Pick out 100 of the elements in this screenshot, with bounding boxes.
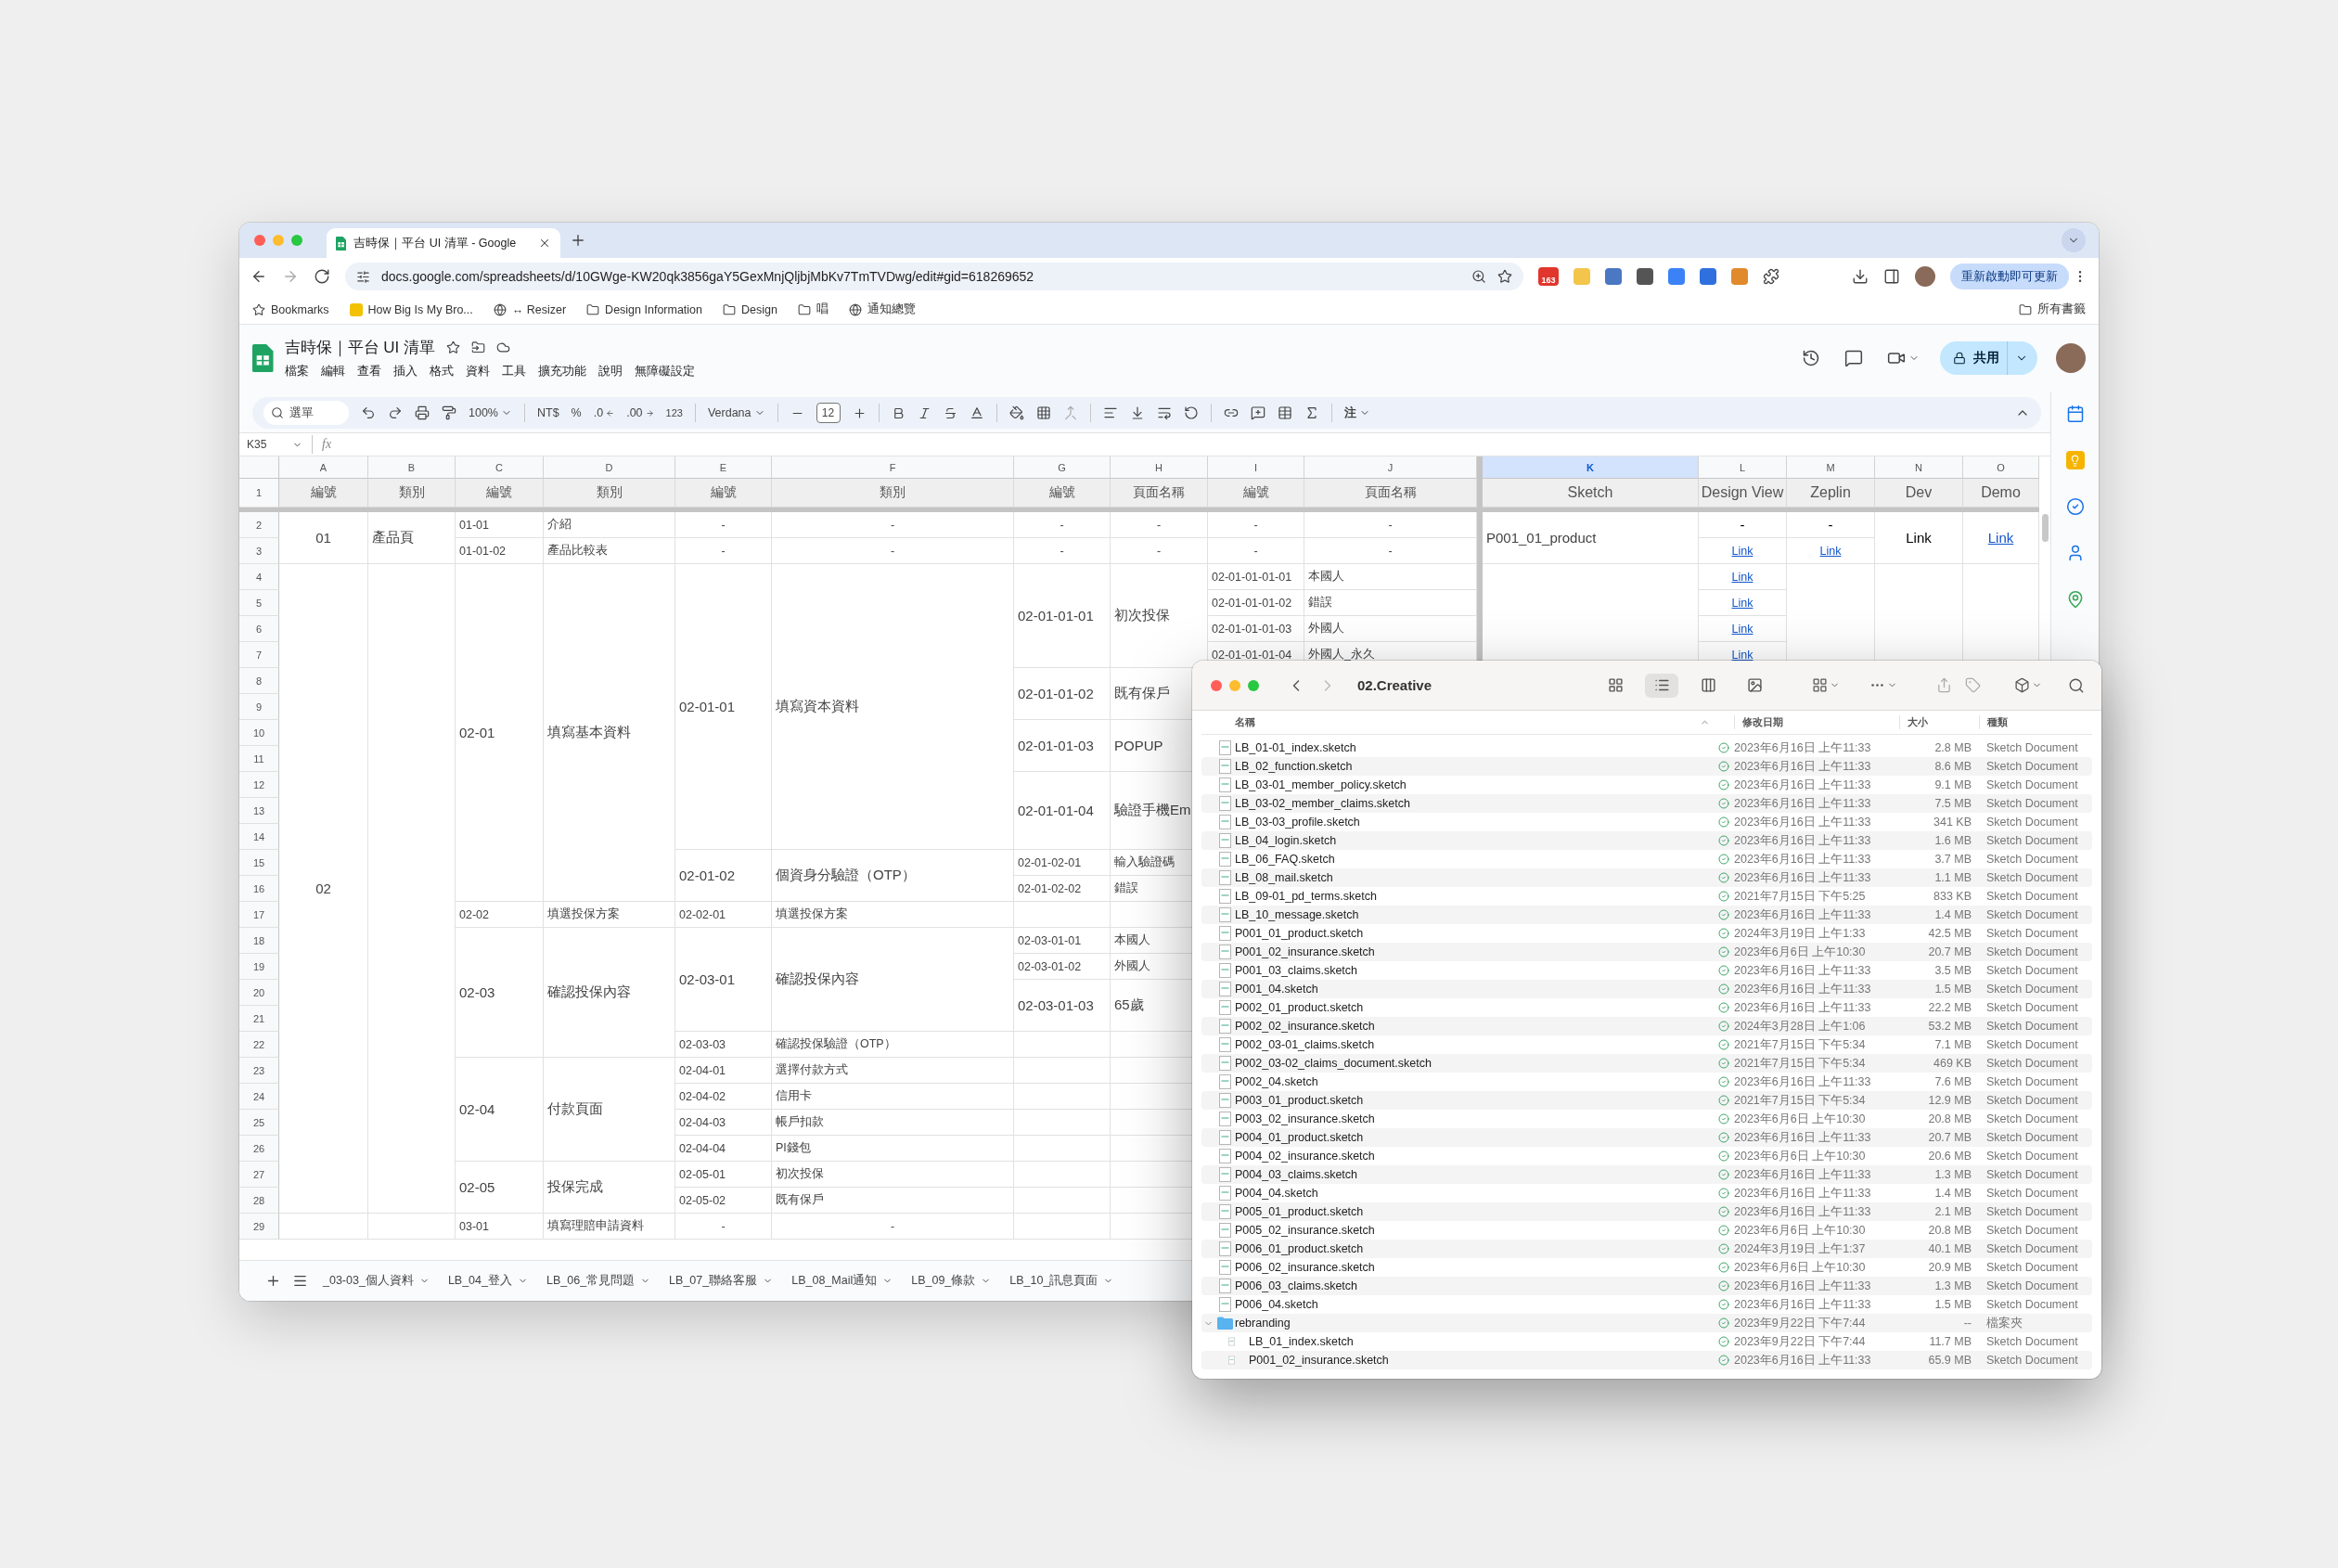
site-settings-icon[interactable]: [356, 269, 370, 284]
side-panel-icon[interactable]: [1883, 268, 1900, 285]
column-letter[interactable]: D: [544, 456, 675, 479]
row-number[interactable]: 22: [239, 1032, 279, 1058]
bookmark[interactable]: 所有書籤: [2019, 302, 2086, 317]
number-format-button[interactable]: 123: [665, 407, 683, 418]
file-row[interactable]: P001_02_insurance.sketch 2023年6月16日 上午11:33 65.9 MB Sketch Document: [1201, 1351, 2092, 1369]
box-icon[interactable]: [2014, 677, 2030, 693]
fill-color-icon[interactable]: [1008, 405, 1024, 420]
sheet-tab[interactable]: LB_10_訊息頁面: [1006, 1267, 1118, 1294]
magnifier-icon[interactable]: [1471, 269, 1486, 284]
scroll-thumb[interactable]: [2041, 514, 2049, 542]
column-letter[interactable]: J: [1304, 456, 1477, 479]
file-row[interactable]: LB_03-02_member_claims.sketch 2023年6月16日 上午11:33 7.5 MB Sketch Document: [1201, 794, 2092, 813]
row-number[interactable]: 10: [239, 720, 279, 746]
row-number[interactable]: 16: [239, 876, 279, 902]
menu-search-field[interactable]: 選單: [263, 401, 349, 425]
name-box[interactable]: K35: [247, 438, 302, 451]
search-icon[interactable]: [2068, 676, 2085, 694]
file-row[interactable]: P004_01_product.sketch 2023年6月16日 上午11:33 20.7 MB Sketch Document: [1201, 1128, 2092, 1147]
font-dropdown[interactable]: Verdana: [707, 406, 765, 419]
column-letter[interactable]: A: [279, 456, 368, 479]
avatar[interactable]: [2056, 343, 2086, 373]
sheet-tab[interactable]: LB_09_條款: [907, 1267, 996, 1294]
file-row[interactable]: P002_03-02_claims_document.sketch 2021年7月15日 下午5:34 469 KB Sketch Document: [1201, 1054, 2092, 1073]
row-number[interactable]: 7: [239, 642, 279, 668]
row-number[interactable]: 13: [239, 798, 279, 824]
column-letter[interactable]: G: [1014, 456, 1111, 479]
table-icon[interactable]: [1277, 405, 1292, 420]
update-button[interactable]: 重新啟動即可更新: [1950, 263, 2069, 289]
star-icon[interactable]: [252, 302, 265, 316]
menu-icon[interactable]: [292, 1273, 308, 1289]
redo-icon[interactable]: [388, 405, 403, 420]
link[interactable]: Link: [1731, 622, 1754, 636]
column-letter[interactable]: E: [675, 456, 772, 479]
file-row[interactable]: P002_02_insurance.sketch 2024年3月28日 上午1:06 53.2 MB Sketch Document: [1201, 1017, 2092, 1035]
avatar[interactable]: [1915, 266, 1935, 287]
row-number[interactable]: 14: [239, 824, 279, 850]
column-header[interactable]: 大小: [1899, 715, 1979, 729]
decrease-decimal-button[interactable]: .0: [593, 406, 615, 419]
bookmark[interactable]: 通知總覽: [848, 302, 916, 317]
link[interactable]: Link: [1731, 596, 1754, 610]
back-icon[interactable]: [250, 268, 267, 285]
row-number[interactable]: 8: [239, 668, 279, 694]
search-icon[interactable]: [271, 406, 284, 419]
column-header[interactable]: 修改日期: [1734, 715, 1899, 729]
menu-item[interactable]: 擴充功能: [537, 363, 586, 379]
address-bar[interactable]: docs.google.com/spreadsheets/d/10GWge-KW20qk3856gaY5GexMnjQljbjMbKv7TmTVDwg/edit#gid=618269652: [345, 263, 1523, 290]
row-number[interactable]: 15: [239, 850, 279, 876]
row-number[interactable]: 25: [239, 1110, 279, 1136]
row-number[interactable]: 6: [239, 616, 279, 642]
strikethrough-icon[interactable]: [943, 405, 957, 420]
column-letter[interactable]: K: [1483, 456, 1699, 479]
new-tab-icon[interactable]: [570, 232, 586, 249]
file-row[interactable]: P006_03_claims.sketch 2023年6月16日 上午11:33 1.3 MB Sketch Document: [1201, 1277, 2092, 1295]
lock-icon[interactable]: [1953, 352, 1966, 365]
column-letter[interactable]: M: [1787, 456, 1875, 479]
row-number[interactable]: 12: [239, 772, 279, 798]
download-icon[interactable]: [1852, 268, 1869, 285]
comment-icon[interactable]: [1844, 349, 1863, 367]
extension-icon[interactable]: [1700, 268, 1716, 285]
browser-tab[interactable]: 吉時保｜平台 UI 清單 - Google: [327, 228, 560, 258]
menu-item[interactable]: 格式: [429, 363, 454, 379]
column-header[interactable]: 名稱: [1235, 715, 1255, 729]
file-row[interactable]: LB_04_login.sketch 2023年6月16日 上午11:33 1.6 MB Sketch Document: [1201, 831, 2092, 850]
file-row[interactable]: P004_03_claims.sketch 2023年6月16日 上午11:33 1.3 MB Sketch Document: [1201, 1165, 2092, 1184]
input-tools-button[interactable]: 注: [1343, 405, 1370, 421]
column-header[interactable]: 種類: [1979, 715, 2092, 729]
extension-icon[interactable]: [1668, 268, 1685, 285]
row-number[interactable]: 24: [239, 1084, 279, 1110]
row-number[interactable]: 2: [239, 512, 279, 538]
sheet-tab[interactable]: LB_07_聯絡客服: [665, 1267, 777, 1294]
row-number[interactable]: 3: [239, 538, 279, 564]
row-number[interactable]: 20: [239, 980, 279, 1006]
menu-item[interactable]: 說明: [597, 363, 623, 379]
row-number[interactable]: 29: [239, 1214, 279, 1240]
history-icon[interactable]: [1802, 349, 1820, 367]
menu-item[interactable]: 資料: [465, 363, 490, 379]
file-row[interactable]: rebranding 2023年9月22日 下午7:44 -- 檔案夾: [1201, 1314, 2092, 1332]
sheet-tab[interactable]: _03-03_個人資料: [319, 1267, 433, 1294]
font-size-field[interactable]: 12: [816, 403, 841, 423]
spreadsheet-icon[interactable]: [336, 236, 347, 251]
extension-icon[interactable]: [1637, 268, 1653, 285]
check-circle-icon[interactable]: [2065, 497, 2085, 516]
share-button[interactable]: 共用: [1940, 341, 2037, 375]
column-letter[interactable]: F: [772, 456, 1014, 479]
file-row[interactable]: P003_01_product.sketch 2021年7月15日 下午5:34 12.9 MB Sketch Document: [1201, 1091, 2092, 1110]
menu-item[interactable]: 插入: [392, 363, 418, 379]
calendar-icon[interactable]: [2065, 405, 2085, 423]
group-icon[interactable]: [1812, 677, 1828, 693]
row-number[interactable]: 11: [239, 746, 279, 772]
percent-button[interactable]: %: [571, 406, 582, 419]
row-number[interactable]: 5: [239, 590, 279, 616]
add-comment-icon[interactable]: [1250, 405, 1265, 420]
sheet-tab[interactable]: LB_08_Mail通知: [788, 1267, 897, 1294]
bookmark-star-icon[interactable]: [1497, 269, 1512, 284]
row-number[interactable]: 23: [239, 1058, 279, 1084]
print-icon[interactable]: [415, 405, 430, 420]
row-number[interactable]: 17: [239, 902, 279, 928]
link[interactable]: Link: [1731, 648, 1754, 662]
